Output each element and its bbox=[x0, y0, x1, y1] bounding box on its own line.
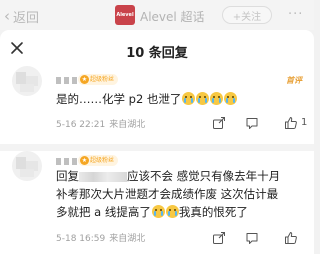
comment-actions bbox=[212, 231, 312, 245]
comment-text-line: 应该不会 感觉只有像去年十月 bbox=[127, 169, 281, 183]
username-blurred[interactable] bbox=[56, 155, 78, 165]
reply-prefix: 回复 bbox=[56, 169, 79, 183]
more-menu-icon[interactable]: ··· bbox=[288, 7, 303, 22]
crying-emoji-icon bbox=[210, 92, 224, 105]
star-icon: ★ bbox=[80, 156, 89, 165]
comment-location: 来自湖北 bbox=[109, 120, 146, 130]
comment-time: 5-18 16:59 bbox=[56, 234, 106, 244]
topic-title: Alevel 超话 bbox=[140, 10, 205, 24]
comment-text: 回复 应该不会 感觉只有像去年十月 补考那次大片泄题才会成绩作废 这次估计最 多就… bbox=[56, 167, 306, 221]
back-label: 返回 bbox=[13, 11, 40, 26]
crying-emoji-icon bbox=[224, 92, 238, 105]
chevron-left-icon: ‹ bbox=[4, 7, 10, 25]
back-button[interactable]: ‹ 返回 bbox=[4, 7, 40, 27]
avatar[interactable] bbox=[12, 66, 42, 96]
top-bar: ‹ 返回 Alevel Alevel 超话 +关注 ··· bbox=[0, 0, 314, 30]
like-icon[interactable] bbox=[284, 231, 298, 245]
star-icon: ★ bbox=[80, 75, 89, 84]
reply-sheet: 10 条回复 ★ 超级粉丝 首评 是的……化学 p2 也泄了 5-16 22:2… bbox=[0, 30, 314, 254]
crying-emoji-icon bbox=[151, 205, 165, 218]
comment-text: 是的……化学 p2 也泄了 bbox=[56, 90, 238, 108]
sheet-title: 10 条回复 bbox=[126, 46, 188, 61]
crying-emoji-icon bbox=[165, 205, 179, 218]
username-blurred[interactable] bbox=[56, 74, 78, 84]
fan-badge: ★ 超级粉丝 bbox=[78, 74, 119, 85]
comment-location: 来自湖北 bbox=[109, 234, 146, 244]
fan-badge-label: 超级粉丝 bbox=[90, 76, 115, 83]
fan-badge: ★ 超级粉丝 bbox=[78, 155, 119, 166]
comment-meta: 5-18 16:59 来自湖北 bbox=[56, 231, 145, 244]
first-comment-tag: 首评 bbox=[286, 76, 302, 85]
follow-button[interactable]: +关注 bbox=[222, 6, 272, 24]
blurred-username[interactable] bbox=[79, 171, 127, 182]
like-icon[interactable] bbox=[284, 116, 298, 130]
share-icon[interactable] bbox=[212, 231, 226, 245]
topic-logo: Alevel bbox=[115, 5, 135, 25]
like-count: 1 bbox=[301, 117, 308, 128]
comment-time: 5-16 22:21 bbox=[56, 120, 106, 130]
crying-emoji-icon bbox=[196, 92, 210, 105]
comment-text-line: 多就把 a 线提高了 bbox=[56, 205, 151, 219]
share-icon[interactable] bbox=[212, 116, 226, 130]
comment-icon[interactable] bbox=[245, 116, 259, 130]
comment-text-line: 补考那次大片泄题才会成绩作废 这次估计最 bbox=[56, 187, 279, 201]
fan-badge-label: 超级粉丝 bbox=[90, 157, 115, 164]
comment-meta: 5-16 22:21 来自湖北 bbox=[56, 117, 145, 130]
crying-emoji-icon bbox=[182, 92, 196, 105]
comment-text-body: 是的……化学 p2 也泄了 bbox=[56, 92, 182, 106]
comment-icon[interactable] bbox=[245, 231, 259, 245]
comment-actions: 1 bbox=[212, 116, 312, 130]
comment-text-line: 我真的恨死了 bbox=[178, 205, 248, 219]
divider bbox=[0, 144, 314, 151]
avatar[interactable] bbox=[12, 151, 42, 181]
